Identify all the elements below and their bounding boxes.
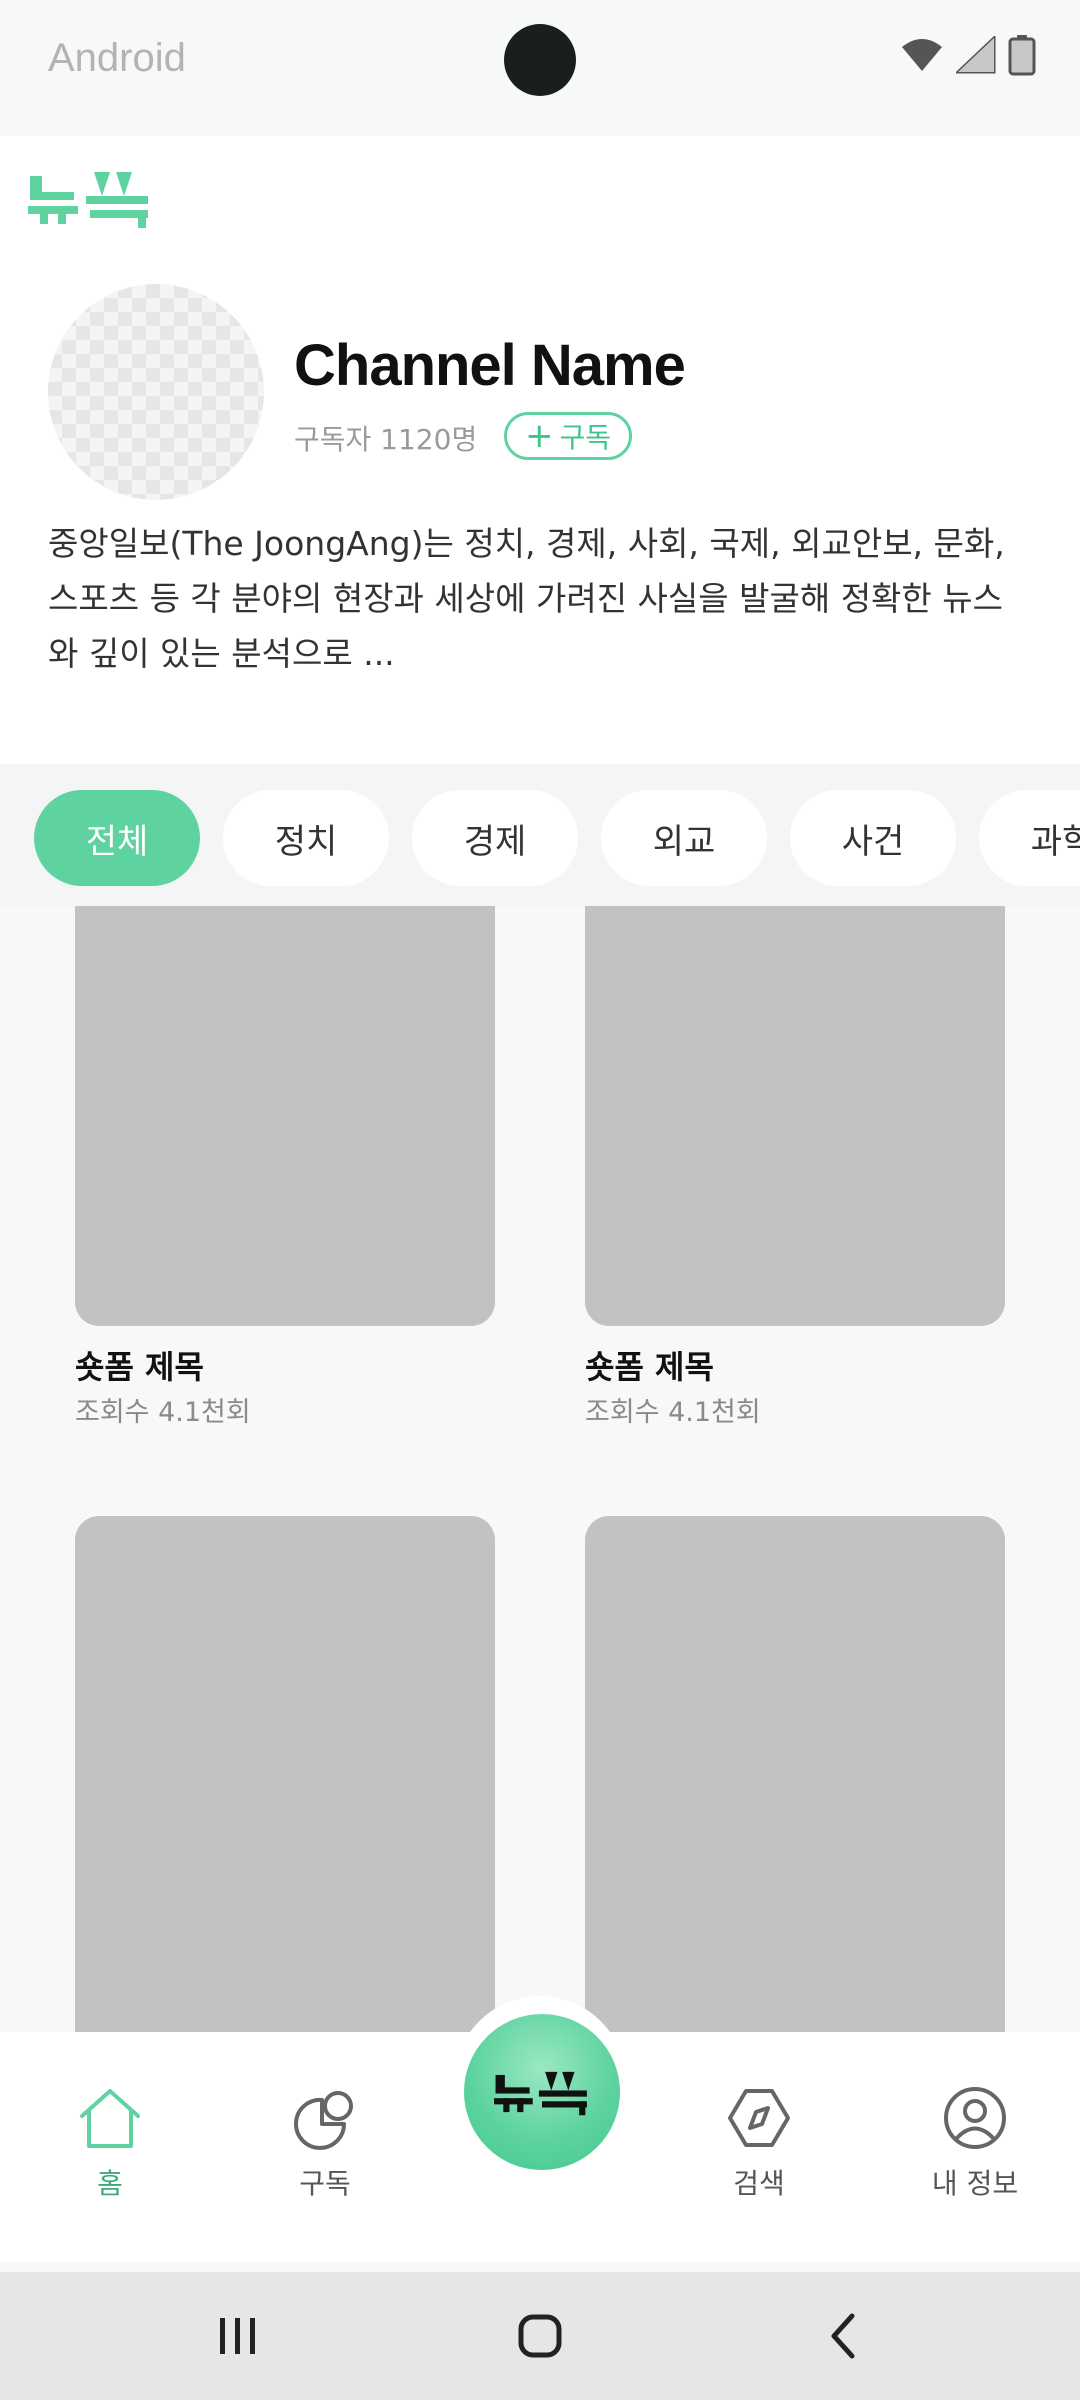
- nav-subscriptions[interactable]: 구독: [250, 2086, 400, 2202]
- tab-politics[interactable]: 정치: [223, 790, 389, 886]
- channel-avatar: [48, 284, 264, 500]
- battery-icon: [1008, 35, 1036, 76]
- channel-description: 중앙일보(The JoongAng)는 정치, 경제, 사회, 국제, 외교안보…: [48, 524, 1005, 673]
- category-tabs: 전체 정치 경제 외교 사건 과학: [0, 764, 1080, 906]
- subscribe-button[interactable]: + 구독: [504, 412, 633, 460]
- status-carrier: Android: [48, 36, 186, 80]
- system-navigation-bar: [0, 2272, 1080, 2400]
- home-button-icon[interactable]: [516, 2306, 564, 2366]
- home-icon: [80, 2089, 140, 2148]
- subscriber-count: 구독자 1120명: [294, 423, 478, 456]
- channel-name: Channel Name: [294, 333, 686, 398]
- tab-diplomacy[interactable]: 외교: [601, 790, 767, 886]
- newssok-fab-button[interactable]: [464, 2014, 620, 2170]
- short-thumbnail[interactable]: [585, 906, 1005, 1326]
- nav-search[interactable]: 검색: [684, 2086, 834, 2202]
- app-logo: [28, 172, 148, 228]
- bottom-navigation: 홈 구독 검색 내 정보: [0, 1996, 1080, 2262]
- nav-home-label: 홈: [97, 2167, 123, 2200]
- app-logo-icon: [494, 2071, 587, 2116]
- tab-economy[interactable]: 경제: [412, 790, 578, 886]
- short-thumbnail[interactable]: [75, 1516, 495, 2032]
- short-views: 조회수 4.1천회: [585, 1397, 761, 1428]
- wifi-icon: [902, 39, 942, 71]
- status-bar: Android: [0, 0, 1080, 136]
- channel-header: Channel Name 구독자 1120명 + 구독 중앙일보(The Joo…: [0, 136, 1080, 764]
- shorts-grid: 숏폼 제목 조회수 4.1천회 숏폼 제목 조회수 4.1천회: [0, 906, 1080, 2032]
- plus-icon: +: [525, 416, 554, 456]
- nav-home[interactable]: 홈: [35, 2086, 185, 2202]
- tab-incidents[interactable]: 사건: [790, 790, 956, 886]
- cellular-signal-icon: [956, 36, 996, 74]
- tab-science[interactable]: 과학: [979, 790, 1080, 886]
- short-thumbnail[interactable]: [75, 906, 495, 1326]
- subscribe-label: 구독: [559, 421, 612, 454]
- short-thumbnail[interactable]: [585, 1516, 1005, 2032]
- subscriptions-icon: [294, 2091, 353, 2150]
- compass-icon: [728, 2089, 790, 2147]
- short-title[interactable]: 숏폼 제목: [75, 1342, 204, 1388]
- nav-search-label: 검색: [733, 2167, 785, 2200]
- status-icons: [900, 34, 1036, 76]
- nav-subscriptions-label: 구독: [299, 2167, 351, 2200]
- nav-my-info[interactable]: 내 정보: [900, 2086, 1050, 2202]
- profile-icon: [944, 2087, 1006, 2149]
- short-views: 조회수 4.1천회: [75, 1397, 251, 1428]
- tab-all[interactable]: 전체: [34, 790, 200, 886]
- camera-cutout: [504, 24, 576, 96]
- short-title[interactable]: 숏폼 제목: [585, 1342, 714, 1388]
- back-icon[interactable]: [820, 2306, 868, 2366]
- nav-my-info-label: 내 정보: [931, 2167, 1019, 2200]
- recent-apps-icon[interactable]: [214, 2306, 262, 2366]
